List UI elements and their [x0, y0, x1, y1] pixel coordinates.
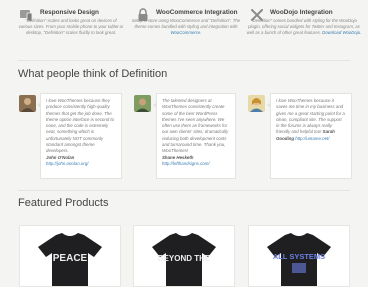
feature-description: "Definition" comes bundled with styling …: [246, 18, 362, 36]
avatar: [19, 95, 36, 112]
testimonial-link[interactable]: http://lefthandsigns.com/: [162, 161, 230, 167]
section-divider: [18, 190, 350, 191]
testimonial-text: The talented designers at WooThemes cons…: [162, 98, 229, 154]
product-card[interactable]: PEACE: [19, 225, 121, 287]
tshirt-image: BEYOND THE: [152, 233, 216, 286]
testimonial-card: I love WooThemes because they produce co…: [37, 93, 122, 179]
product-card[interactable]: BEYOND THE: [133, 225, 235, 287]
testimonial-card: I love WooThemes because it saves me tim…: [267, 93, 352, 179]
woocommerce-link[interactable]: WooCommerce.: [170, 30, 201, 35]
testimonial-link[interactable]: http://untame.net/: [295, 136, 329, 141]
product-print: ALL SYSTEMS: [273, 252, 325, 261]
testimonial-text: I love WooThemes because they produce co…: [46, 98, 115, 154]
product-print: BEYOND THE: [158, 254, 211, 263]
tshirt-image: ALL SYSTEMS: [267, 233, 331, 286]
testimonial-link[interactable]: http://john.onolan.org/: [46, 161, 116, 167]
section-divider: [18, 60, 350, 61]
product-card[interactable]: ALL SYSTEMS: [248, 225, 350, 287]
avatar: [134, 95, 151, 112]
product-print: PEACE: [53, 253, 88, 264]
testimonials-heading: What people think of Definition: [18, 68, 168, 80]
feature-title: Responsive Design: [40, 9, 99, 16]
products-heading: Featured Products: [18, 197, 109, 209]
product-graphic: [292, 263, 306, 273]
avatar: [248, 95, 265, 112]
tshirt-image: PEACE: [38, 233, 102, 286]
feature-description: "Definition" scales and looks great on d…: [18, 18, 124, 36]
feature-title: WooCommerce Integration: [156, 9, 238, 16]
feature-description: Setup a store using WooCommerce and "Def…: [131, 18, 241, 36]
testimonial-card: The talented designers at WooThemes cons…: [153, 93, 236, 179]
feature-title: WooDojo Integration: [270, 9, 333, 16]
woodojo-link[interactable]: Download WooDojo.: [322, 30, 361, 35]
